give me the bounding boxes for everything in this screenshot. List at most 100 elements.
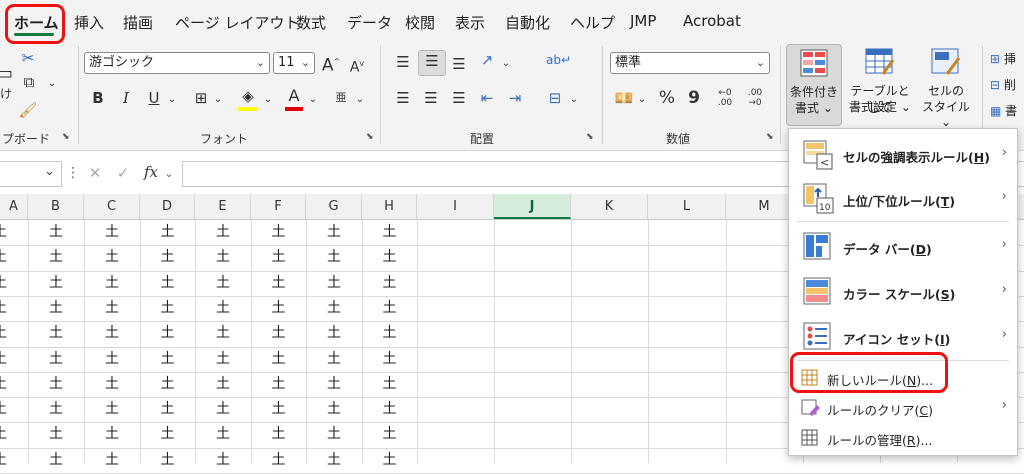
align-right-icon[interactable]: ☰ (448, 88, 470, 108)
orientation-icon[interactable]: ↗ (476, 50, 498, 70)
tab-page-layout[interactable]: ページ レイアウト (175, 12, 299, 33)
merge-center-icon[interactable]: ⊟ (544, 88, 566, 108)
cell[interactable]: 土 (362, 245, 417, 270)
format-as-table-button[interactable]: テーブルとして 書式設定 ⌄ (846, 44, 914, 126)
format-cells-button[interactable]: ▦ 書 (990, 102, 1024, 122)
cell[interactable]: 土 (362, 220, 417, 245)
cell[interactable]: 土 (362, 271, 417, 296)
menu-item-highlight-cells-rules[interactable]: < セルの強調表示ルール(H) › (789, 133, 1017, 177)
cell[interactable]: 土 (84, 347, 140, 372)
name-box[interactable]: ⌄ (0, 161, 62, 187)
column-header-i[interactable]: I (417, 194, 494, 219)
cell[interactable]: 土 (306, 397, 362, 422)
cell[interactable]: 土 (0, 372, 14, 397)
cell[interactable]: 土 (306, 321, 362, 346)
column-header-a[interactable]: A (0, 194, 28, 219)
fill-color-icon[interactable]: ◈ (236, 86, 260, 111)
cell[interactable]: 土 (84, 245, 140, 270)
cell[interactable]: 土 (362, 296, 417, 321)
column-header-j[interactable]: J (494, 194, 571, 219)
bold-button[interactable]: B (88, 88, 108, 108)
column-header-h[interactable]: H (362, 194, 417, 219)
cell[interactable]: 土 (362, 347, 417, 372)
align-center-icon[interactable]: ☰ (420, 88, 442, 108)
cell[interactable]: 土 (251, 448, 306, 473)
decrease-indent-icon[interactable]: ⇤ (476, 88, 498, 108)
cell[interactable]: 土 (195, 220, 251, 245)
cell[interactable]: 土 (28, 245, 84, 270)
chevron-down-icon[interactable]: ⌄ (162, 164, 176, 184)
copy-dropdown-icon[interactable]: ⌄ (46, 74, 58, 94)
cell[interactable]: 土 (0, 296, 14, 321)
cancel-icon[interactable]: ✕ (84, 163, 106, 183)
cell[interactable]: 土 (306, 347, 362, 372)
cell[interactable]: 土 (195, 448, 251, 473)
phonetic-icon[interactable]: 亜 (330, 88, 352, 108)
wrap-text-icon[interactable]: ab↵ (546, 50, 571, 70)
increase-indent-icon[interactable]: ⇥ (504, 88, 526, 108)
paste-icon[interactable]: ▭ (0, 64, 13, 84)
cell[interactable]: 土 (251, 397, 306, 422)
cell[interactable]: 土 (195, 271, 251, 296)
cell[interactable]: 土 (140, 245, 195, 270)
tab-jmp[interactable]: JMP (630, 12, 656, 30)
column-header-l[interactable]: L (648, 194, 726, 219)
tab-draw[interactable]: 描画 (123, 12, 153, 33)
decrease-decimal-icon[interactable]: .00 →0 (742, 88, 768, 108)
menu-item-color-scales[interactable]: カラー スケール(S) › (789, 270, 1017, 314)
enter-icon[interactable]: ✓ (112, 163, 134, 183)
cell[interactable]: 土 (251, 245, 306, 270)
tab-data[interactable]: データ (347, 12, 392, 33)
insert-cells-button[interactable]: ⊞ 挿 (990, 50, 1024, 70)
column-header-d[interactable]: D (140, 194, 195, 219)
grow-font-icon[interactable]: A^ (320, 52, 342, 76)
cell[interactable]: 土 (362, 397, 417, 422)
increase-decimal-icon[interactable]: ←0.00 (712, 88, 738, 108)
cell[interactable]: 土 (140, 321, 195, 346)
underline-button[interactable]: U (144, 88, 164, 108)
format-painter-icon[interactable]: 🖌 (18, 100, 38, 120)
cell[interactable]: 土 (84, 422, 140, 447)
cell[interactable]: 土 (251, 321, 306, 346)
shrink-font-icon[interactable]: Av (346, 54, 368, 78)
cell[interactable]: 土 (84, 220, 140, 245)
italic-button[interactable]: I (116, 88, 136, 108)
cell[interactable]: 土 (251, 347, 306, 372)
currency-dropdown-icon[interactable]: ⌄ (636, 90, 648, 110)
cell[interactable]: 土 (84, 321, 140, 346)
cell[interactable]: 土 (195, 347, 251, 372)
tab-insert[interactable]: 挿入 (74, 12, 104, 33)
cell[interactable]: 土 (251, 220, 306, 245)
cell[interactable]: 土 (28, 448, 84, 473)
cell[interactable]: 土 (362, 321, 417, 346)
cell[interactable]: 土 (362, 448, 417, 473)
menu-item-data-bars[interactable]: データ バー(D) › (789, 225, 1017, 269)
cell[interactable]: 土 (0, 422, 14, 447)
cell[interactable]: 土 (0, 245, 14, 270)
alignment-launcher-icon[interactable]: ⬊ (586, 132, 594, 142)
cell[interactable]: 土 (195, 245, 251, 270)
tab-automate[interactable]: 自動化 (505, 12, 550, 33)
menu-item-manage-rules[interactable]: ルールの管理(R)... (789, 423, 1017, 453)
column-header-e[interactable]: E (195, 194, 251, 219)
column-header-f[interactable]: F (251, 194, 306, 219)
cell[interactable]: 土 (306, 422, 362, 447)
font-color-dropdown-icon[interactable]: ⌄ (307, 90, 319, 110)
fill-color-dropdown-icon[interactable]: ⌄ (262, 90, 274, 110)
cell[interactable]: 土 (0, 220, 14, 245)
cell[interactable]: 土 (0, 271, 14, 296)
menu-item-clear-rules[interactable]: ルールのクリア(C) › (789, 393, 1017, 423)
cell-styles-button[interactable]: セルの スタイル ⌄ (916, 44, 976, 129)
cell[interactable]: 土 (84, 448, 140, 473)
cell[interactable]: 土 (28, 372, 84, 397)
more-options-icon[interactable]: ⋮ (66, 163, 80, 183)
cell[interactable]: 土 (140, 296, 195, 321)
clipboard-launcher-icon[interactable]: ⬊ (62, 132, 70, 142)
tab-acrobat[interactable]: Acrobat (683, 12, 741, 30)
cell[interactable]: 土 (28, 397, 84, 422)
cell[interactable]: 土 (0, 321, 14, 346)
delete-cells-button[interactable]: ⊟ 削 (990, 76, 1024, 96)
tab-view[interactable]: 表示 (455, 12, 485, 33)
paste-label[interactable]: け (0, 84, 12, 104)
cell[interactable]: 土 (140, 372, 195, 397)
